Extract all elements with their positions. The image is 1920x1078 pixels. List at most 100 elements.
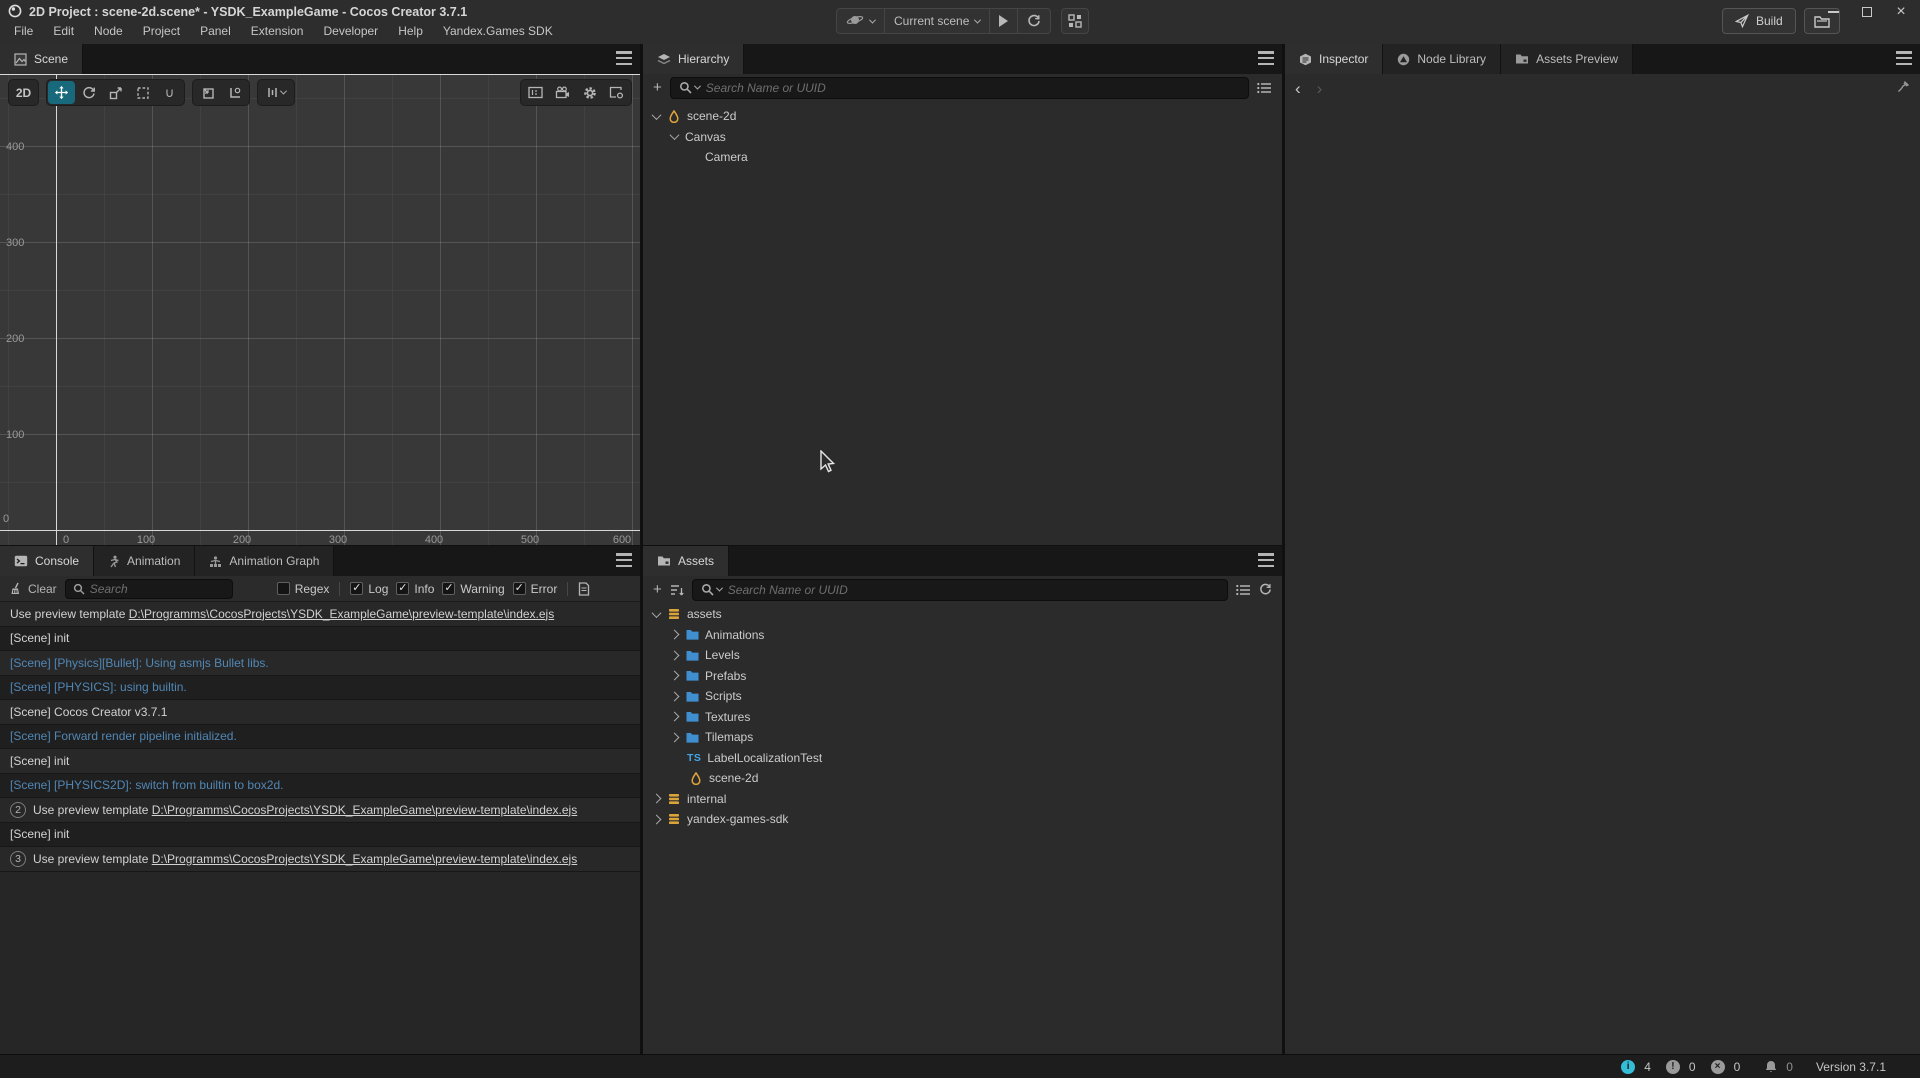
info-status-icon[interactable]: i [1621, 1060, 1635, 1074]
console-search-box[interactable] [65, 579, 233, 599]
create-asset-button[interactable]: + [653, 582, 662, 597]
asset-row-scripts[interactable]: Scripts [643, 686, 1282, 707]
expand-caret-icon[interactable] [669, 732, 679, 742]
expand-caret-icon[interactable] [651, 814, 661, 824]
log-file-link[interactable]: D:\Programms\CocosProjects\YSDK_ExampleG… [152, 852, 578, 866]
scene-camera-button[interactable] [549, 81, 576, 104]
menu-node[interactable]: Node [84, 24, 133, 38]
menu-help[interactable]: Help [388, 24, 433, 38]
asset-row-yandex-games-sdk[interactable]: yandex-games-sdk [643, 809, 1282, 830]
collapse-caret-icon[interactable] [669, 130, 679, 140]
rotate-tool-button[interactable] [75, 81, 102, 104]
pivot-position-button[interactable] [194, 81, 221, 104]
refresh-assets-button[interactable] [1259, 583, 1272, 596]
pin-inspector-button[interactable] [1897, 80, 1910, 96]
scene-select-dropdown[interactable]: Current scene [885, 9, 990, 33]
expand-caret-icon[interactable] [669, 671, 679, 681]
tab-animation-graph[interactable]: Animation Graph [195, 546, 334, 576]
sort-assets-button[interactable] [670, 584, 684, 596]
tab-node-library[interactable]: Node Library [1383, 44, 1501, 74]
preview-qr-button[interactable] [1061, 8, 1089, 34]
log-row[interactable]: [Scene] [PHYSICS]: using builtin. [0, 676, 640, 701]
log-row[interactable]: [Scene] Cocos Creator v3.7.1 [0, 700, 640, 725]
filter-info-checkbox[interactable]: ✓ Info [396, 582, 434, 596]
tab-scene[interactable]: Scene [0, 44, 83, 74]
search-type-caret[interactable] [694, 83, 701, 90]
tab-assets-preview[interactable]: Assets Preview [1501, 44, 1633, 74]
filter-warning-checkbox[interactable]: ✓ Warning [442, 582, 504, 596]
tab-animation[interactable]: Animation [94, 546, 195, 576]
log-row[interactable]: [Scene] init [0, 627, 640, 652]
log-row[interactable]: 2Use preview template D:\Programms\Cocos… [0, 798, 640, 823]
collapse-caret-icon[interactable] [651, 608, 661, 618]
preview-target-dropdown[interactable] [837, 9, 885, 33]
expand-caret-icon[interactable] [669, 630, 679, 640]
hierarchy-node-scene-2d[interactable]: scene-2d [643, 106, 1282, 127]
maximize-button[interactable] [1854, 1, 1880, 23]
log-row[interactable]: [Scene] [Physics][Bullet]: Using asmjs B… [0, 651, 640, 676]
menu-file[interactable]: File [4, 24, 43, 38]
close-button[interactable]: × [1888, 1, 1914, 23]
reload-button[interactable] [1018, 9, 1050, 33]
history-forward-button[interactable]: › [1317, 80, 1323, 97]
bell-icon[interactable] [1765, 1060, 1777, 1073]
asset-row-textures[interactable]: Textures [643, 707, 1282, 728]
clear-console-button[interactable]: Clear [9, 582, 57, 596]
console-search-input[interactable] [90, 582, 225, 596]
error-status-icon[interactable]: × [1711, 1060, 1725, 1074]
asset-row-prefabs[interactable]: Prefabs [643, 666, 1282, 687]
asset-row-tilemaps[interactable]: Tilemaps [643, 727, 1282, 748]
build-button[interactable]: Build [1722, 8, 1796, 34]
rect-tool-button[interactable] [129, 81, 156, 104]
asset-row-labellocalizationtest[interactable]: TS LabelLocalizationTest [643, 748, 1282, 769]
menu-yandex-games-sdk[interactable]: Yandex.Games SDK [433, 24, 563, 38]
collapse-caret-icon[interactable] [651, 110, 661, 120]
expand-caret-icon[interactable] [669, 691, 679, 701]
snap-settings-dropdown[interactable] [259, 81, 293, 104]
menu-developer[interactable]: Developer [313, 24, 388, 38]
log-file-link[interactable]: D:\Programms\CocosProjects\YSDK_ExampleG… [129, 607, 555, 621]
hierarchy-node-camera[interactable]: Camera [643, 147, 1282, 168]
tab-hierarchy[interactable]: Hierarchy [643, 44, 744, 74]
move-tool-button[interactable] [48, 81, 75, 104]
expand-caret-icon[interactable] [651, 794, 661, 804]
hierarchy-search-input[interactable] [706, 81, 1240, 95]
scene-settings-button[interactable] [576, 81, 603, 104]
open-log-file-button[interactable] [578, 582, 590, 596]
menu-edit[interactable]: Edit [43, 24, 84, 38]
asset-row-levels[interactable]: Levels [643, 645, 1282, 666]
scene-viewport[interactable]: 400 300 200 100 0 0 100 200 300 400 500 … [0, 74, 640, 545]
hierarchy-menu-button[interactable] [1258, 51, 1274, 65]
search-type-caret[interactable] [716, 585, 723, 592]
minimize-button[interactable] [1820, 1, 1846, 23]
menu-extension[interactable]: Extension [241, 24, 314, 38]
log-row[interactable]: [Scene] Forward render pipeline initiali… [0, 725, 640, 750]
capture-screenshot-button[interactable] [603, 81, 630, 104]
log-row[interactable]: 3Use preview template D:\Programms\Cocos… [0, 847, 640, 872]
asset-row-internal[interactable]: internal [643, 789, 1282, 810]
filter-error-checkbox[interactable]: ✓ Error [513, 582, 558, 596]
filter-log-checkbox[interactable]: ✓ Log [350, 582, 388, 596]
scale-tool-button[interactable] [102, 81, 129, 104]
scene-menu-button[interactable] [616, 51, 632, 65]
assets-menu-button[interactable] [1258, 553, 1274, 567]
hierarchy-expand-list-button[interactable] [1257, 82, 1272, 94]
rotation-space-button[interactable] [221, 81, 248, 104]
expand-caret-icon[interactable] [669, 650, 679, 660]
assets-expand-list-button[interactable] [1236, 584, 1251, 596]
asset-row-scene-2d[interactable]: scene-2d [643, 768, 1282, 789]
log-row[interactable]: Use preview template D:\Programms\CocosP… [0, 602, 640, 627]
expand-caret-icon[interactable] [669, 712, 679, 722]
aspect-ratio-button[interactable] [522, 81, 549, 104]
play-button[interactable] [990, 9, 1018, 33]
log-row[interactable]: [Scene] [PHYSICS2D]: switch from builtin… [0, 774, 640, 799]
asset-row-animations[interactable]: Animations [643, 625, 1282, 646]
menu-panel[interactable]: Panel [190, 24, 241, 38]
asset-row-assets[interactable]: assets [643, 604, 1282, 625]
console-menu-button[interactable] [616, 553, 632, 567]
filter-regex-checkbox[interactable]: Regex [277, 582, 330, 596]
warning-status-icon[interactable]: ! [1666, 1060, 1680, 1074]
history-back-button[interactable]: ‹ [1295, 80, 1301, 97]
assets-search-input[interactable] [728, 583, 1219, 597]
tab-inspector[interactable]: Inspector [1285, 44, 1383, 74]
